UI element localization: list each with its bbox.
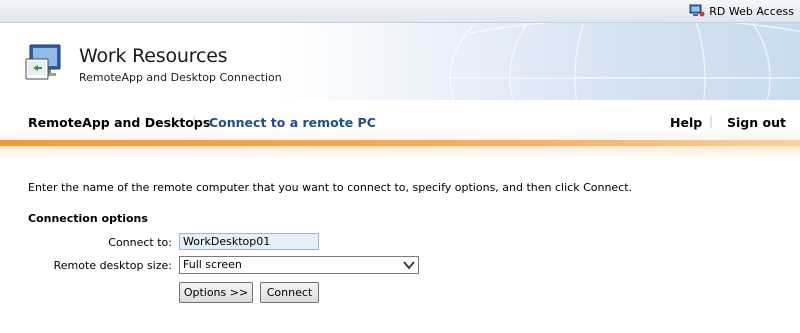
rd-web-access-brand: RD Web Access — [689, 3, 794, 19]
connection-options-heading: Connection options — [28, 212, 148, 225]
help-link[interactable]: Help — [670, 115, 702, 130]
page-subtitle: RemoteApp and Desktop Connection — [79, 71, 282, 84]
instructions-text: Enter the name of the remote computer th… — [28, 181, 633, 194]
chevron-down-icon — [403, 261, 415, 270]
top-bar: RD Web Access — [0, 0, 800, 23]
nav-bar: RemoteApp and Desktops | Connect to a re… — [0, 100, 800, 140]
tab-remoteapp-and-desktops[interactable]: RemoteApp and Desktops — [28, 115, 210, 130]
page-header: Work Resources RemoteApp and Desktop Con… — [0, 23, 800, 100]
remote-desktop-computer-icon — [25, 44, 61, 80]
rd-web-access-label: RD Web Access — [709, 4, 794, 18]
page-title: Work Resources — [79, 45, 228, 67]
main-content: Enter the name of the remote computer th… — [28, 181, 788, 194]
accent-fade — [0, 146, 800, 158]
rd-web-access-icon — [689, 4, 705, 17]
connect-to-label: Connect to: — [108, 236, 172, 249]
remote-desktop-size-value: Full screen — [183, 258, 242, 271]
nav-separator: | — [192, 114, 197, 128]
nav-separator: | — [709, 114, 714, 128]
remote-desktop-size-label: Remote desktop size: — [53, 259, 172, 272]
connect-button[interactable]: Connect — [260, 282, 319, 303]
tab-connect-to-remote-pc[interactable]: Connect to a remote PC — [209, 115, 376, 130]
remote-desktop-size-select[interactable]: Full screen — [179, 256, 419, 274]
options-button[interactable]: Options >> — [179, 282, 253, 303]
sign-out-link[interactable]: Sign out — [727, 115, 786, 130]
connect-to-input[interactable] — [179, 233, 319, 250]
globe-background-graphic — [449, 23, 800, 100]
